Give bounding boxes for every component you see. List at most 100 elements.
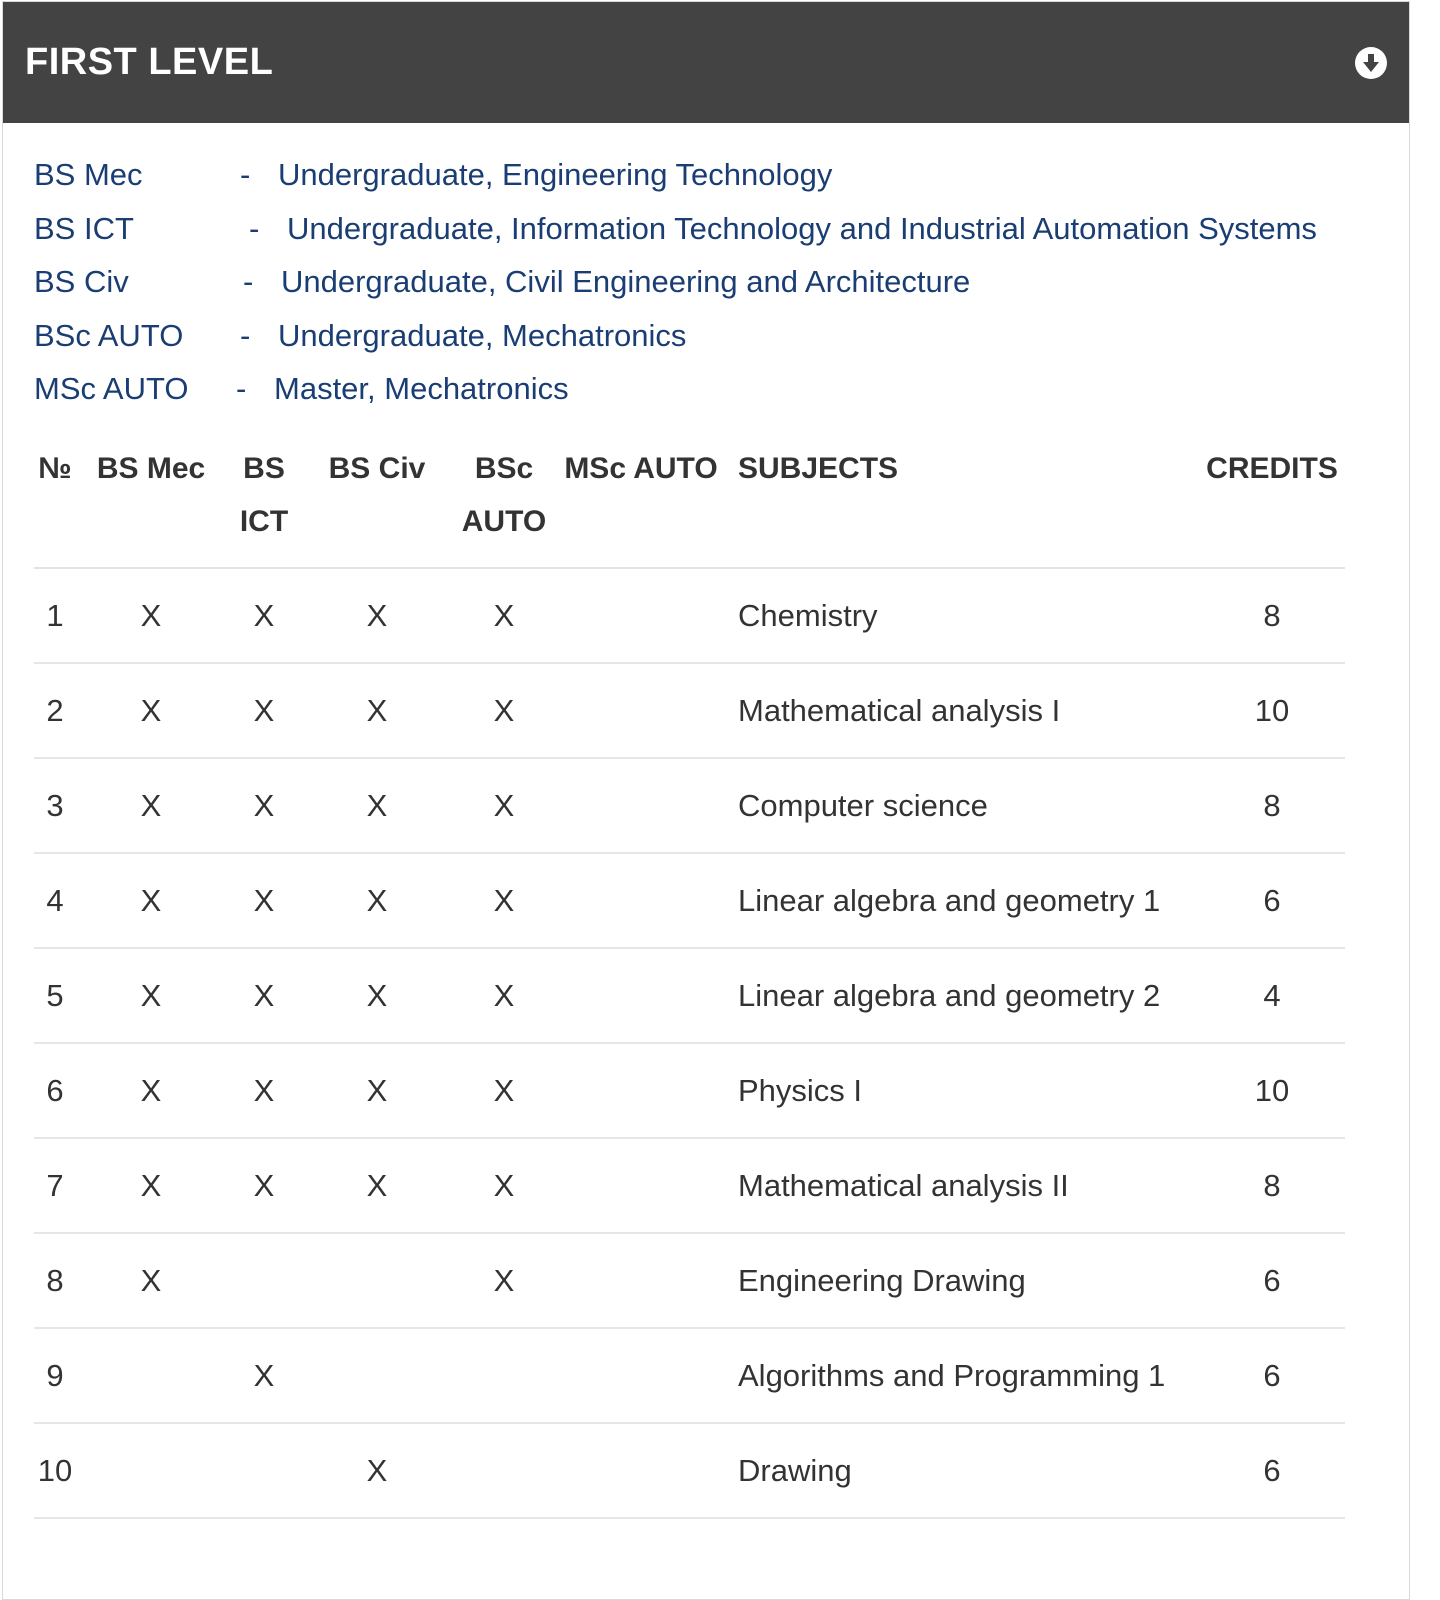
mark-bs-ict: X — [226, 1138, 302, 1234]
credits-value: 8 — [1199, 758, 1345, 854]
curriculum-table: № BS Mec BS ICT BS Civ BSc AUTO MSc AUTO… — [34, 442, 1345, 1519]
row-number: 9 — [34, 1328, 76, 1424]
mark-bs-civ — [302, 1328, 452, 1424]
mark-msc-auto — [556, 1233, 726, 1329]
mark-msc-auto — [556, 1138, 726, 1234]
subject-name: Linear algebra and geometry 1 — [726, 853, 1199, 949]
mark-bs-ict: X — [226, 758, 302, 854]
legend-code: BS Civ — [34, 264, 129, 299]
credits-value: 8 — [1199, 568, 1345, 664]
credits-value: 6 — [1199, 1233, 1345, 1329]
mark-bs-mec: X — [76, 1233, 226, 1329]
mark-bs-mec: X — [76, 948, 226, 1044]
mark-msc-auto — [556, 948, 726, 1044]
row-number: 1 — [34, 568, 76, 664]
table-row: 5 X X X X Linear algebra and geometry 24 — [34, 948, 1345, 1044]
column-header-number: № — [34, 442, 76, 569]
mark-bs-mec: X — [76, 1138, 226, 1234]
mark-bs-mec — [76, 1423, 226, 1519]
mark-bsc-auto — [452, 1328, 556, 1424]
row-number: 3 — [34, 758, 76, 854]
subject-name: Engineering Drawing — [726, 1233, 1199, 1329]
row-number: 6 — [34, 1043, 76, 1139]
row-number: 8 — [34, 1233, 76, 1329]
mark-bs-civ — [302, 1233, 452, 1329]
mark-bs-civ: X — [302, 568, 452, 664]
mark-msc-auto — [556, 1423, 726, 1519]
mark-bs-civ: X — [302, 1043, 452, 1139]
mark-msc-auto — [556, 758, 726, 854]
column-header-msc-auto: MSc AUTO — [556, 442, 726, 569]
column-header-bs-mec: BS Mec — [76, 442, 226, 569]
legend-dash: - — [243, 264, 254, 299]
mark-bs-civ: X — [302, 948, 452, 1044]
credits-value: 8 — [1199, 1138, 1345, 1234]
mark-bsc-auto: X — [452, 568, 556, 664]
column-header-credits: CREDITS — [1199, 442, 1345, 569]
mark-msc-auto — [556, 568, 726, 664]
table-header-row: № BS Mec BS ICT BS Civ BSc AUTO MSc AUTO… — [34, 442, 1345, 569]
credits-value: 4 — [1199, 948, 1345, 1044]
row-number: 2 — [34, 663, 76, 759]
panel-header[interactable]: FIRST LEVEL — [3, 2, 1409, 123]
legend-description: Undergraduate, Civil Engineering and Arc… — [281, 264, 971, 299]
subject-name: Algorithms and Programming 1 — [726, 1328, 1199, 1424]
mark-bsc-auto: X — [452, 1043, 556, 1139]
row-number: 10 — [34, 1423, 76, 1519]
mark-bs-ict: X — [226, 1043, 302, 1139]
mark-bsc-auto: X — [452, 758, 556, 854]
table-row: 1 X X X X Chemistry 8 — [34, 568, 1345, 664]
row-number: 4 — [34, 853, 76, 949]
legend-code: BS Mec — [34, 157, 143, 192]
mark-bs-civ: X — [302, 1138, 452, 1234]
credits-value: 10 — [1199, 1043, 1345, 1139]
subject-name: Mathematical analysis I — [726, 663, 1199, 759]
subject-name: Linear algebra and geometry 2 — [726, 948, 1199, 1044]
subject-name: Computer science — [726, 758, 1199, 854]
mark-bs-mec — [76, 1328, 226, 1424]
subject-name: Chemistry — [726, 568, 1199, 664]
legend-description: Master, Mechatronics — [274, 371, 569, 406]
mark-bsc-auto: X — [452, 1233, 556, 1329]
legend-dash: - — [249, 210, 260, 246]
table-row: 4 X X X X Linear algebra and geometry 16 — [34, 853, 1345, 949]
mark-bs-civ: X — [302, 1423, 452, 1519]
mark-bs-ict: X — [226, 948, 302, 1044]
legend-description: Undergraduate, Information Technology an… — [287, 210, 1317, 246]
table-row: 10 X Drawing 6 — [34, 1423, 1345, 1519]
mark-bs-civ: X — [302, 853, 452, 949]
mark-bs-mec: X — [76, 758, 226, 854]
legend-dash: - — [240, 317, 251, 353]
mark-bsc-auto — [452, 1423, 556, 1519]
first-level-panel: FIRST LEVEL BS Mec - Undergraduate, Engi… — [2, 1, 1410, 1600]
mark-bs-mec: X — [76, 853, 226, 949]
mark-msc-auto — [556, 663, 726, 759]
mark-bs-mec: X — [76, 1043, 226, 1139]
row-number: 7 — [34, 1138, 76, 1234]
legend-code: BSc AUTO — [34, 317, 184, 353]
row-number: 5 — [34, 948, 76, 1044]
column-header-subjects: SUBJECTS — [726, 442, 1199, 569]
mark-bsc-auto: X — [452, 853, 556, 949]
table-row: 3 X X X X Computer science 8 — [34, 758, 1345, 854]
mark-bs-ict: X — [226, 568, 302, 664]
column-header-bs-civ: BS Civ — [302, 442, 452, 569]
table-row: 8 X X Engineering Drawing 6 — [34, 1233, 1345, 1329]
mark-msc-auto — [556, 853, 726, 949]
mark-msc-auto — [556, 1043, 726, 1139]
table-row: 2 X X X X Mathematical analysis I 10 — [34, 663, 1345, 759]
credits-value: 10 — [1199, 663, 1345, 759]
mark-bs-ict — [226, 1423, 302, 1519]
mark-bs-ict: X — [226, 663, 302, 759]
mark-msc-auto — [556, 1328, 726, 1424]
table-row: 7 X X X X Mathematical analysis II 8 — [34, 1138, 1345, 1234]
mark-bs-civ: X — [302, 758, 452, 854]
mark-bs-ict — [226, 1233, 302, 1329]
credits-value: 6 — [1199, 1423, 1345, 1519]
column-header-bsc-auto: BSc AUTO — [452, 442, 556, 569]
legend-description: Undergraduate, Mechatronics — [278, 317, 687, 353]
column-header-bs-ict: BS ICT — [226, 442, 302, 569]
arrow-down-circle-icon[interactable] — [1355, 46, 1387, 79]
mark-bs-ict: X — [226, 853, 302, 949]
mark-bs-civ: X — [302, 663, 452, 759]
